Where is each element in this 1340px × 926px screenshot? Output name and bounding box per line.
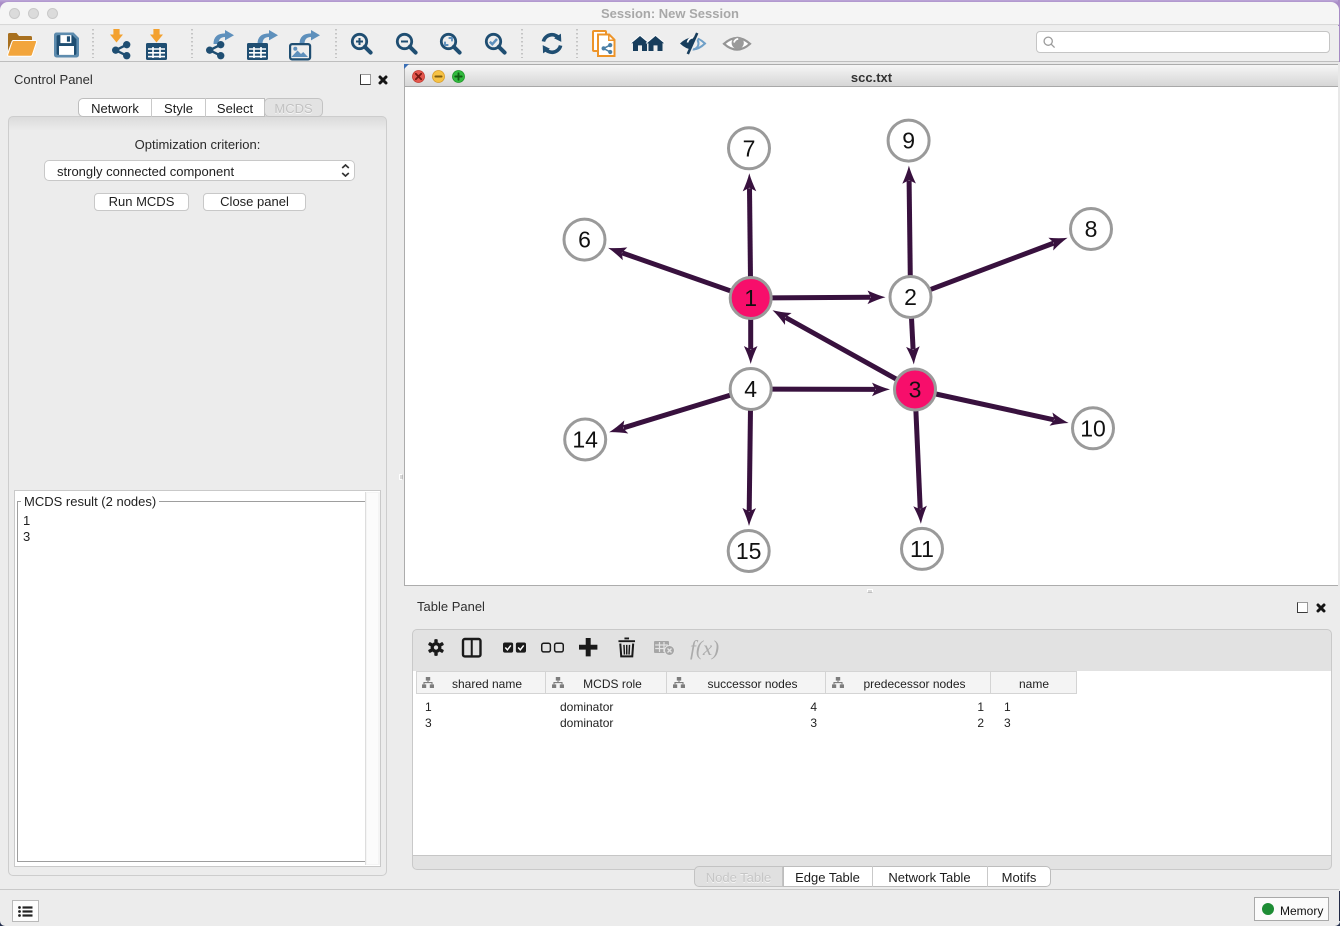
- svg-text:9: 9: [902, 128, 915, 154]
- svg-text:8: 8: [1085, 216, 1098, 242]
- svg-text:15: 15: [736, 538, 762, 564]
- svg-text:14: 14: [572, 427, 598, 453]
- svg-text:10: 10: [1080, 415, 1106, 441]
- svg-text:11: 11: [910, 536, 934, 562]
- svg-text:3: 3: [909, 377, 922, 403]
- svg-text:2: 2: [904, 284, 917, 310]
- svg-text:f(x): f(x): [690, 636, 719, 660]
- svg-text:4: 4: [744, 376, 757, 402]
- svg-text:1: 1: [744, 285, 757, 311]
- svg-text:6: 6: [578, 227, 591, 253]
- svg-text:7: 7: [743, 135, 756, 161]
